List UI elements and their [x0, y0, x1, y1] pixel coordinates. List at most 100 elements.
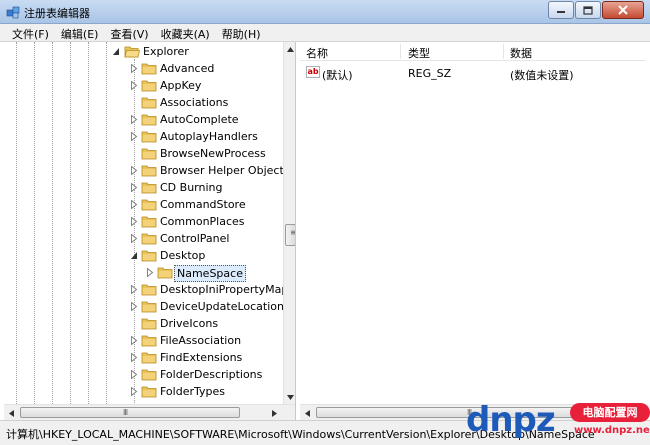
tree-item-label: FindExtensions	[160, 351, 243, 364]
tree-item-desktopinipropertymap[interactable]: DesktopIniPropertyMap	[4, 281, 283, 298]
scroll-grip: III	[289, 230, 296, 235]
collapsed-arrow-icon[interactable]	[130, 200, 138, 209]
tree-item-label: Associations	[160, 96, 229, 109]
close-button[interactable]	[602, 1, 644, 19]
collapsed-arrow-icon[interactable]	[146, 268, 154, 277]
folder-icon	[141, 335, 157, 347]
table-row[interactable]: ab (默认) REG_SZ (数值未设置)	[300, 64, 646, 82]
tree-item-label: CommandStore	[160, 198, 246, 211]
watermark-badge: 电脑配置网	[570, 403, 650, 422]
tree-item-label: ControlPanel	[160, 232, 230, 245]
tree-item-appkey[interactable]: AppKey	[4, 77, 283, 94]
folder-icon	[141, 148, 157, 160]
scroll-left-arrow[interactable]	[5, 406, 18, 420]
tree-item-browser-helper-objects[interactable]: Browser Helper Objects	[4, 162, 283, 179]
column-header-name[interactable]: 名称	[306, 45, 328, 61]
tree-item-findextensions[interactable]: FindExtensions	[4, 349, 283, 366]
collapsed-arrow-icon[interactable]	[130, 115, 138, 124]
scroll-grip: III	[123, 408, 128, 417]
scroll-right-arrow[interactable]	[268, 406, 281, 420]
menu-view[interactable]: 查看(V)	[104, 24, 154, 41]
folder-icon	[141, 165, 157, 177]
tree-item-label: BrowseNewProcess	[160, 147, 266, 160]
window-controls	[547, 1, 644, 19]
tree-vertical-scrollbar[interactable]: III	[283, 42, 296, 404]
menu-file[interactable]: 文件(F)	[6, 24, 55, 41]
tree-item-namespace[interactable]: NameSpace	[4, 264, 283, 282]
tree-item-autocomplete[interactable]: AutoComplete	[4, 111, 283, 128]
collapsed-arrow-icon[interactable]	[130, 234, 138, 243]
tree-item-desktop[interactable]: Desktop	[4, 247, 283, 264]
tree-item-folderdescriptions[interactable]: FolderDescriptions	[4, 366, 283, 383]
collapsed-arrow-icon[interactable]	[130, 166, 138, 175]
tree-horizontal-scrollbar[interactable]: III	[4, 404, 295, 420]
folder-icon	[141, 233, 157, 245]
folder-icon	[141, 369, 157, 381]
collapsed-arrow-icon[interactable]	[130, 217, 138, 226]
tree-item-foldertypes[interactable]: FolderTypes	[4, 383, 283, 400]
collapsed-arrow-icon[interactable]	[130, 302, 138, 311]
scroll-up-arrow[interactable]	[284, 42, 295, 56]
menu-help[interactable]: 帮助(H)	[216, 24, 267, 41]
column-separator[interactable]	[503, 44, 504, 59]
folder-icon	[141, 199, 157, 211]
values-pane: 名称 类型 数据 ab (默认) REG_SZ (数值未设置) III	[300, 42, 646, 420]
collapsed-arrow-icon[interactable]	[130, 370, 138, 379]
tree-item-browsenewprocess[interactable]: BrowseNewProcess	[4, 145, 283, 162]
menu-edit[interactable]: 编辑(E)	[55, 24, 105, 41]
tree-item-driveicons[interactable]: DriveIcons	[4, 315, 283, 332]
minimize-icon	[557, 11, 565, 13]
watermark: dnpz 电脑配置网 www.dnpz.net	[462, 400, 650, 445]
tree-pane: Explorer Advanced AppKey Associations AutoC…	[4, 42, 296, 420]
scroll-thumb[interactable]: III	[20, 407, 240, 418]
tree-item-deviceupdatelocations[interactable]: DeviceUpdateLocations	[4, 298, 283, 315]
tree-item-label: Explorer	[143, 45, 189, 58]
tree-item-label: Advanced	[160, 62, 215, 75]
folder-icon	[141, 386, 157, 398]
folder-icon	[141, 284, 157, 296]
collapsed-arrow-icon[interactable]	[130, 353, 138, 362]
collapsed-arrow-icon[interactable]	[130, 81, 138, 90]
expanded-arrow-icon[interactable]	[130, 251, 138, 260]
tree-item-controlpanel[interactable]: ControlPanel	[4, 230, 283, 247]
scroll-thumb[interactable]: III	[285, 224, 296, 246]
folder-icon	[141, 352, 157, 364]
collapsed-arrow-icon[interactable]	[130, 64, 138, 73]
tree-item-label: NameSpace	[174, 265, 246, 282]
collapsed-arrow-icon[interactable]	[130, 132, 138, 141]
tree-item-label: Desktop	[160, 249, 206, 262]
menu-favorites[interactable]: 收藏夹(A)	[155, 24, 216, 41]
maximize-button[interactable]	[575, 1, 601, 19]
collapsed-arrow-icon[interactable]	[130, 285, 138, 294]
tree-item-explorer[interactable]: Explorer	[4, 43, 283, 60]
folder-icon	[141, 114, 157, 126]
tree-item-fileassociation[interactable]: FileAssociation	[4, 332, 283, 349]
expanded-arrow-icon[interactable]	[112, 47, 120, 56]
title-bar: 注册表编辑器	[0, 0, 650, 24]
tree-item-advanced[interactable]: Advanced	[4, 60, 283, 77]
tree-item-autoplayhandlers[interactable]: AutoplayHandlers	[4, 128, 283, 145]
watermark-url: www.dnpz.net	[574, 425, 650, 436]
tree-item-commonplaces[interactable]: CommonPlaces	[4, 213, 283, 230]
folder-icon	[141, 318, 157, 330]
string-value-icon: ab	[306, 66, 320, 78]
column-header-data[interactable]: 数据	[510, 45, 532, 61]
tree-item-associations[interactable]: Associations	[4, 94, 283, 111]
scroll-left-arrow[interactable]	[301, 406, 314, 420]
tree-item-commandstore[interactable]: CommandStore	[4, 196, 283, 213]
column-separator[interactable]	[400, 44, 401, 59]
scroll-down-arrow[interactable]	[284, 390, 295, 404]
registry-key-tree: Explorer Advanced AppKey Associations AutoC…	[4, 42, 283, 404]
collapsed-arrow-icon[interactable]	[130, 387, 138, 396]
triangle-left-icon	[9, 409, 14, 417]
triangle-right-icon	[272, 409, 277, 417]
folder-icon	[141, 301, 157, 313]
maximize-icon	[583, 5, 593, 15]
close-icon	[618, 5, 628, 15]
tree-item-cd-burning[interactable]: CD Burning	[4, 179, 283, 196]
column-header-type[interactable]: 类型	[408, 45, 430, 61]
collapsed-arrow-icon[interactable]	[130, 336, 138, 345]
collapsed-arrow-icon[interactable]	[130, 183, 138, 192]
tree-item-label: Browser Helper Objects	[160, 164, 283, 177]
minimize-button[interactable]	[548, 1, 574, 19]
